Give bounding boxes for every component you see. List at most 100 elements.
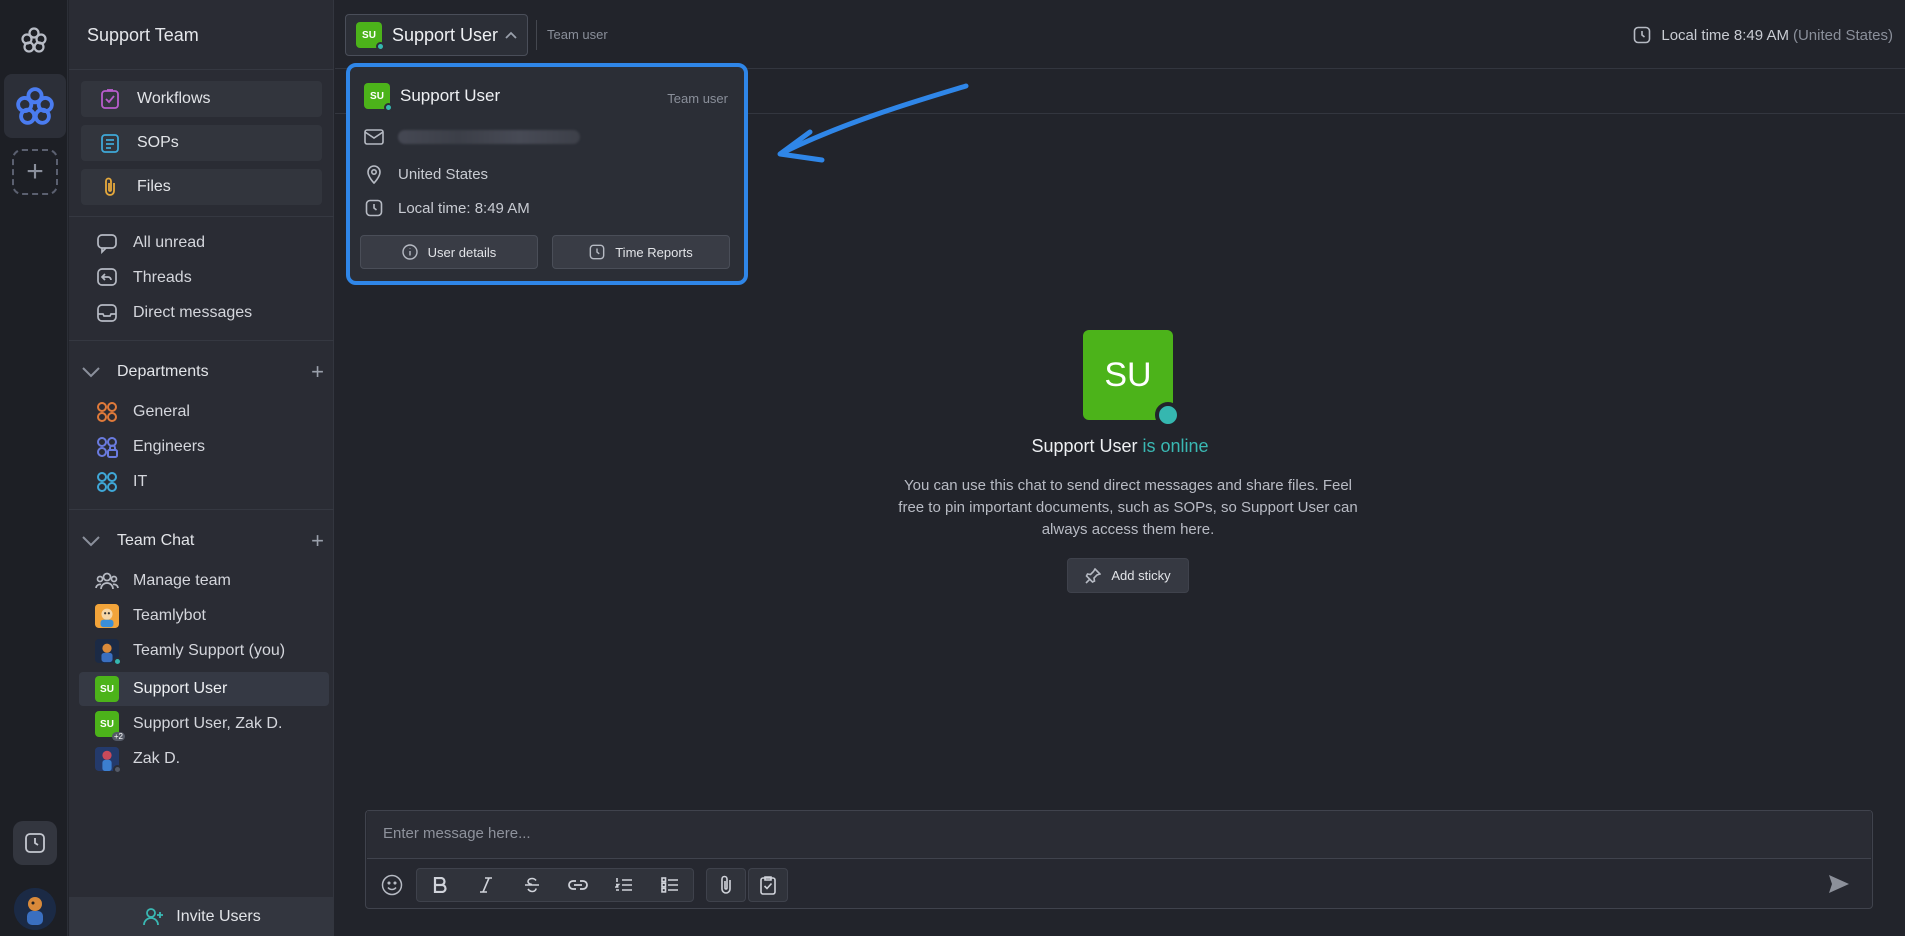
clock-icon[interactable] [13,821,57,865]
italic-icon[interactable] [463,868,509,902]
time-reports-button[interactable]: Time Reports [552,235,730,269]
sidebar-item-direct-messages[interactable]: Direct messages [95,298,252,328]
numbered-list-icon[interactable] [601,868,647,902]
sidebar-item-threads[interactable]: Threads [95,263,192,293]
divider [536,20,537,50]
workspace-rail: + [0,0,68,936]
task-clipboard-icon[interactable] [749,868,787,902]
sidebar-item-support-user[interactable]: SU Support User [95,674,227,704]
strikethrough-icon[interactable] [509,868,555,902]
popup-location-row: United States [364,164,488,184]
user-details-label: User details [427,244,497,260]
avatar-initials: SU [362,29,376,41]
sidebar-item-all-unread[interactable]: All unread [95,228,205,258]
popup-location: United States [398,165,489,183]
popup-time-row: Local time: 8:49 AM [364,199,530,217]
divider [69,509,334,510]
offline-status-dot [113,765,122,774]
sidebar-item-group-chat[interactable]: SU +2 Support User, Zak D. [95,709,283,741]
popup-user-name: Support User [400,86,501,105]
online-status-dot [376,42,385,51]
divider [69,216,334,217]
sidebar-item-manage-team[interactable]: Manage team [95,566,231,596]
sidebar-item-teamlybot[interactable]: Teamlybot [95,601,206,631]
user-details-button[interactable]: User details [360,235,538,269]
bold-icon[interactable] [417,868,463,902]
message-input[interactable]: Enter message here... [367,811,1871,859]
redacted-email [398,130,580,144]
message-composer: Enter message here... [365,810,1873,909]
emoji-icon [374,868,410,902]
local-time-country: (United States) [1792,26,1893,44]
sidebar-item-label: Teamly Support (you) [133,642,286,659]
header-user-role: Team user [547,27,608,42]
sidebar-item-sops[interactable]: SOPs [81,125,322,161]
sidebar-item-general[interactable]: General [95,397,190,427]
inbox-icon [95,301,119,325]
teamly-support-avatar [95,639,122,666]
paperclip-icon [97,174,123,200]
sidebar-item-label: Direct messages [133,304,253,321]
formatting-toolbar [416,868,694,902]
annotation-arrow-icon [777,83,969,163]
user-dropdown-button[interactable]: SU Support User [345,14,528,56]
send-button[interactable] [1828,874,1850,894]
add-department-icon[interactable]: + [311,359,324,385]
group-avatar-wrap: SU +2 [95,711,125,741]
clock-icon [1633,26,1651,44]
info-icon [401,244,418,260]
online-status-dot [1155,402,1181,428]
sidebar-item-label: General [133,403,190,420]
team-people-icon [95,569,119,593]
workspace-support-team-icon[interactable] [4,74,66,138]
sidebar-item-teamly-support[interactable]: Teamly Support (you) [95,636,285,666]
divider [69,69,334,70]
sidebar-item-workflows[interactable]: Workflows [81,81,322,117]
local-time-text: Local time 8:49 AM [1661,26,1789,44]
sidebar-item-label: Support User, Zak D. [133,715,283,732]
mail-icon [364,129,384,145]
popup-local-time: Local time: 8:49 AM [398,199,530,217]
app-logo-icon[interactable] [16,22,52,58]
popup-user-role: Team user [667,91,728,106]
departments-section-header[interactable]: Departments + [79,357,324,387]
checklist-icon[interactable] [647,868,693,902]
chat-bubble-icon [95,231,119,255]
member-count-badge: +2 [111,732,125,741]
send-icon [1828,874,1850,894]
sidebar-item-label: Zak D. [133,750,181,767]
chat-intro-description: You can use this chat to send direct mes… [898,477,1358,538]
popup-email-row [364,129,580,145]
add-workspace-icon[interactable]: + [12,149,58,195]
chevron-up-icon [505,28,517,42]
my-avatar[interactable] [14,888,56,930]
sidebar-item-label: Manage team [133,572,231,589]
sidebar-item-zak-d[interactable]: Zak D. [95,744,180,774]
section-title: Team Chat [117,532,195,549]
online-status-dot [384,103,393,112]
local-time-display: Local time 8:49 AM (United States) [1633,26,1893,44]
sidebar-item-label: All unread [133,234,206,251]
time-reports-label: Time Reports [615,244,693,260]
pin-icon [1085,567,1102,584]
sidebar-item-it[interactable]: IT [95,467,147,497]
sidebar: Support Team Workflows SOPs Files All un… [69,0,334,936]
department-icon [95,470,119,494]
header-user-name: Support User [392,24,499,45]
sidebar-item-files[interactable]: Files [81,169,322,205]
location-pin-icon [364,164,384,184]
workflow-icon [97,86,123,112]
team-chat-section-header[interactable]: Team Chat + [79,526,324,556]
clock-icon [589,244,605,260]
add-chat-icon[interactable]: + [311,528,324,554]
status-user-name: Support User [1031,436,1138,456]
attach-file-icon[interactable] [707,868,745,902]
emoji-button[interactable] [374,868,410,902]
add-sticky-button[interactable]: Add sticky [1067,558,1189,593]
link-icon[interactable] [555,868,601,902]
invite-users-button[interactable]: Invite Users [69,897,334,936]
add-user-icon [142,907,164,927]
section-title: Departments [117,363,209,380]
popup-user-avatar: SU [364,83,393,112]
workspace-title: Support Team [87,25,199,45]
